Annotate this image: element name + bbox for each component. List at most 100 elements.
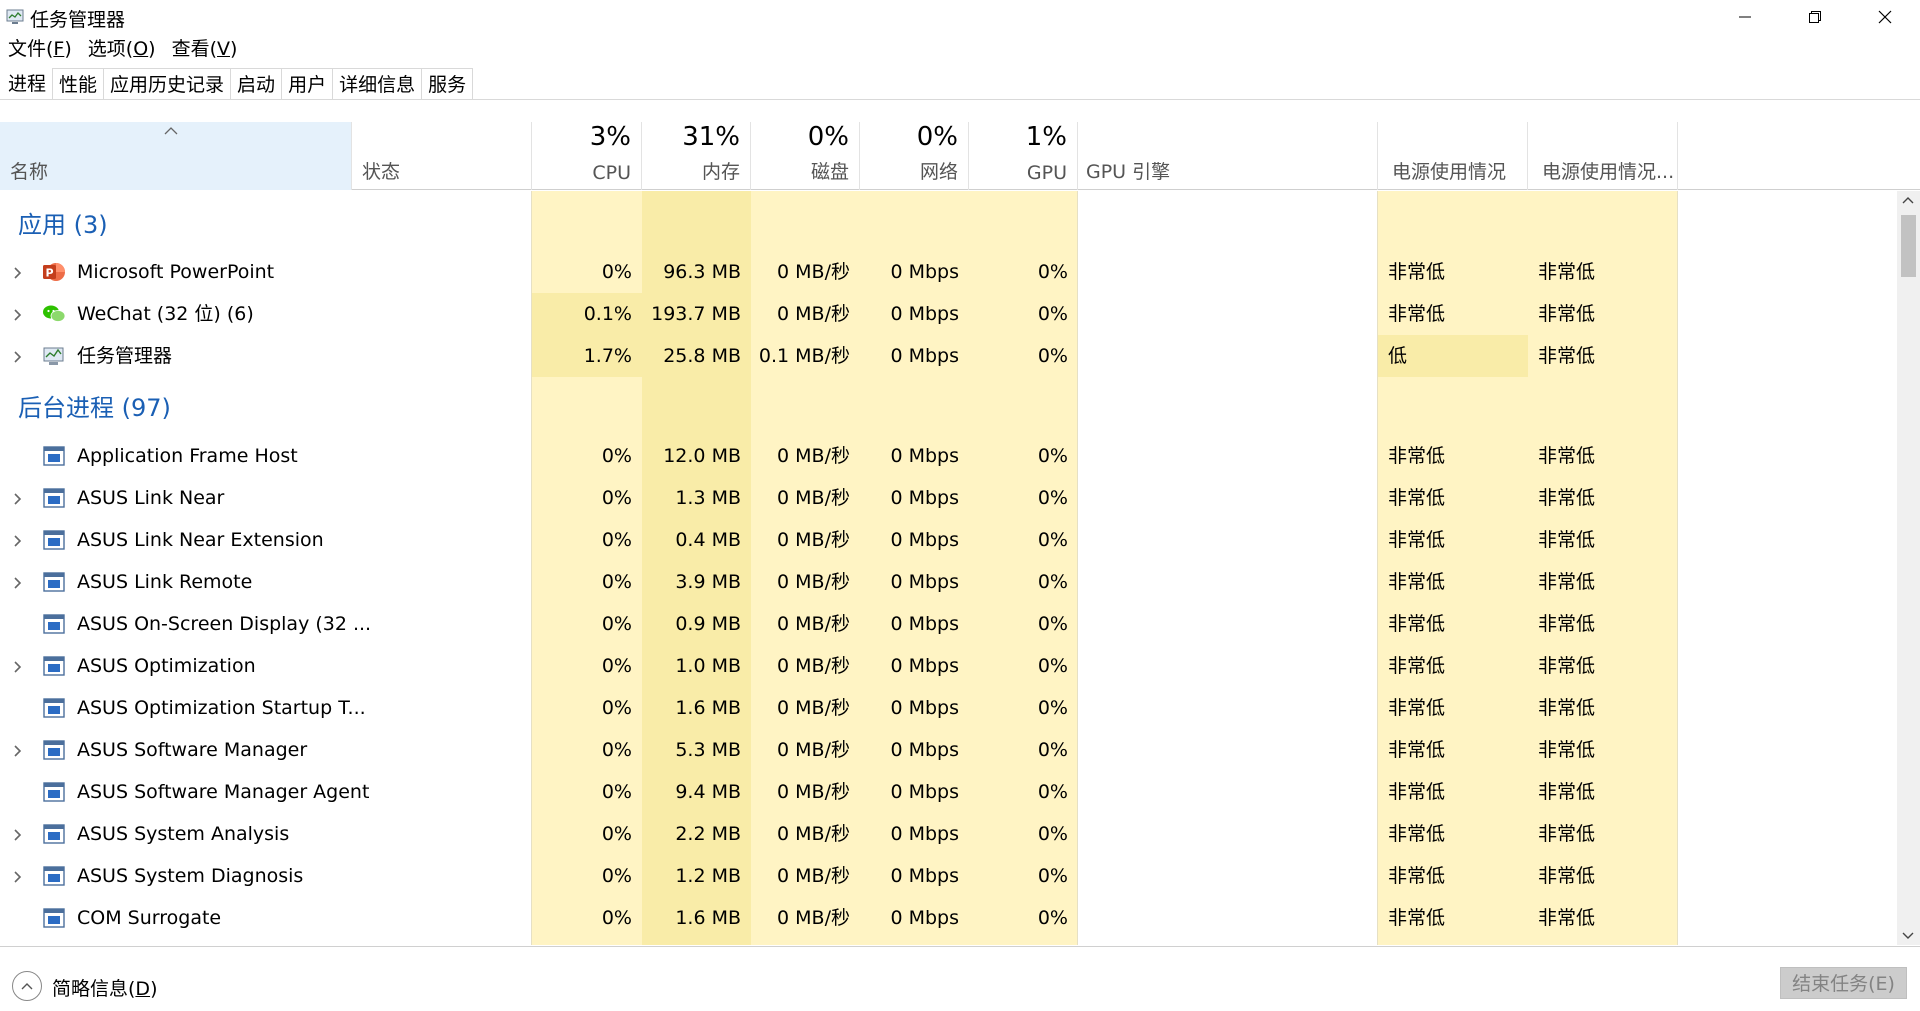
header-cpu[interactable]: 3% CPU xyxy=(532,122,642,190)
expand-chevron-icon[interactable] xyxy=(12,826,24,842)
power-usage-cell: 非常低 xyxy=(1388,907,1446,929)
network-cell: 0 Mbps xyxy=(890,571,959,593)
tab-app-history[interactable]: 应用历史记录 xyxy=(103,68,232,99)
power-trend-cell: 非常低 xyxy=(1538,739,1596,761)
column-header-row: 名称 状态 3% CPU 31% 内存 0% 磁盘 0% 网络 1% GPU G… xyxy=(0,122,1920,190)
network-cell: 0 Mbps xyxy=(890,303,959,325)
process-row[interactable]: WeChat (32 位) (6) 0.1% 193.7 MB 0 MB/秒 0 Mbp… xyxy=(0,293,1897,335)
gpu-cell: 0% xyxy=(1037,907,1068,929)
tab-services[interactable]: 服务 xyxy=(421,68,474,99)
group-header-apps[interactable]: 应用 (3) xyxy=(0,191,1897,251)
power-trend-cell: 非常低 xyxy=(1538,445,1596,467)
scroll-up-icon[interactable] xyxy=(1901,195,1915,205)
expand-chevron-icon[interactable] xyxy=(12,348,24,364)
disk-cell: 0 MB/秒 xyxy=(777,529,850,551)
menu-file[interactable]: 文件(F) xyxy=(0,35,80,63)
process-row[interactable]: ASUS Link Near 0% 1.3 MB 0 MB/秒 0 Mbps 0% 非常低 非… xyxy=(0,477,1897,519)
expand-chevron-icon[interactable] xyxy=(12,742,24,758)
process-row[interactable]: ASUS Optimization 0% 1.0 MB 0 MB/秒 0 Mbps 0% 非… xyxy=(0,645,1897,687)
cpu-cell: 0% xyxy=(601,697,632,719)
cpu-cell: 1.7% xyxy=(532,335,642,377)
disk-cell: 0 MB/秒 xyxy=(777,907,850,929)
process-name: ASUS On-Screen Display (32 ... xyxy=(77,613,372,635)
process-row[interactable]: ASUS Software Manager 0% 5.3 MB 0 MB/秒 0 Mbp… xyxy=(0,729,1897,771)
close-icon xyxy=(1878,10,1892,24)
expand-chevron-icon[interactable] xyxy=(12,264,24,280)
app-window-icon xyxy=(42,781,66,803)
header-gpu-engine[interactable]: GPU 引擎 xyxy=(1078,122,1378,190)
expand-chevron-icon[interactable] xyxy=(12,574,24,590)
menu-view[interactable]: 查看(V) xyxy=(164,35,246,63)
gpu-cell: 0% xyxy=(1037,697,1068,719)
process-row[interactable]: ASUS On-Screen Display (32 ... 0% 0.9 MB 0 … xyxy=(0,603,1897,645)
power-trend-cell: 非常低 xyxy=(1538,487,1596,509)
cpu-cell: 0% xyxy=(601,487,632,509)
tab-bar: 进程 性能 应用历史记录 启动 用户 详细信息 服务 xyxy=(0,68,1920,100)
cpu-cell: 0% xyxy=(601,739,632,761)
process-name: ASUS Link Remote xyxy=(77,571,253,593)
process-row[interactable]: Application Frame Host 0% 12.0 MB 0 MB/秒 0 M… xyxy=(0,435,1897,477)
cpu-cell: 0% xyxy=(601,655,632,677)
process-row[interactable]: ASUS Software Manager Agent 0% 9.4 MB 0 MB/… xyxy=(0,771,1897,813)
header-status[interactable]: 状态 xyxy=(352,122,532,190)
expand-chevron-icon[interactable] xyxy=(12,306,24,322)
process-name: COM Surrogate xyxy=(77,907,222,929)
expand-chevron-icon[interactable] xyxy=(12,490,24,506)
tab-processes[interactable]: 进程 xyxy=(2,68,54,99)
gpu-cell: 0% xyxy=(1037,865,1068,887)
scrollbar-thumb[interactable] xyxy=(1901,215,1916,277)
header-disk[interactable]: 0% 磁盘 xyxy=(751,122,860,190)
header-power-usage[interactable]: 电源使用情况 xyxy=(1378,122,1528,190)
minimize-button[interactable] xyxy=(1710,0,1780,34)
collapse-details-icon[interactable] xyxy=(12,971,42,1001)
header-power-usage-trend[interactable]: 电源使用情况... xyxy=(1528,122,1678,190)
network-cell: 0 Mbps xyxy=(890,445,959,467)
app-window-icon xyxy=(42,697,66,719)
power-usage-cell: 非常低 xyxy=(1388,571,1446,593)
expand-chevron-icon[interactable] xyxy=(12,658,24,674)
process-row[interactable]: ASUS Link Remote 0% 3.9 MB 0 MB/秒 0 Mbps 0% 非常… xyxy=(0,561,1897,603)
expand-chevron-icon[interactable] xyxy=(12,532,24,548)
process-row[interactable]: ASUS Link Near Extension 0% 0.4 MB 0 MB/秒 0 … xyxy=(0,519,1897,561)
process-row[interactable]: 任务管理器 1.7% 25.8 MB 0.1 MB/秒 0 Mbps 0% 低非常低 xyxy=(0,335,1897,377)
header-memory[interactable]: 31% 内存 xyxy=(642,122,751,190)
memory-cell: 1.6 MB xyxy=(675,907,741,929)
process-row[interactable]: P Microsoft PowerPoint 0% 96.3 MB 0 MB/秒 0 Mb… xyxy=(0,251,1897,293)
process-row[interactable]: ASUS System Diagnosis 0% 1.2 MB 0 MB/秒 0 Mbp… xyxy=(0,855,1897,897)
group-header-background[interactable]: 后台进程 (97) xyxy=(0,374,1897,434)
restore-button[interactable] xyxy=(1780,0,1850,34)
close-button[interactable] xyxy=(1850,0,1920,34)
tab-startup[interactable]: 启动 xyxy=(230,68,283,99)
gpu-cell: 0% xyxy=(1037,261,1068,283)
process-row[interactable]: ASUS Optimization Startup T... 0% 1.6 MB 0 … xyxy=(0,687,1897,729)
end-task-button[interactable]: 结束任务(E) xyxy=(1780,967,1907,999)
process-name: ASUS System Analysis xyxy=(77,823,290,845)
network-cell: 0 Mbps xyxy=(890,261,959,283)
network-cell: 0 Mbps xyxy=(890,781,959,803)
header-name[interactable]: 名称 xyxy=(0,122,352,190)
process-name: ASUS Software Manager Agent xyxy=(77,781,370,803)
tab-users[interactable]: 用户 xyxy=(281,68,334,99)
gpu-cell: 0% xyxy=(1037,529,1068,551)
disk-cell: 0 MB/秒 xyxy=(777,823,850,845)
tab-performance[interactable]: 性能 xyxy=(52,68,105,99)
wechat-icon xyxy=(42,303,66,325)
power-usage-cell: 非常低 xyxy=(1388,697,1446,719)
app-window-icon xyxy=(42,907,66,929)
fewer-details-link[interactable]: 简略信息(D) xyxy=(52,974,157,1001)
menu-options[interactable]: 选项(O) xyxy=(80,35,164,63)
memory-cell: 1.2 MB xyxy=(675,865,741,887)
header-network[interactable]: 0% 网络 xyxy=(860,122,969,190)
memory-cell: 2.2 MB xyxy=(675,823,741,845)
disk-cell: 0 MB/秒 xyxy=(777,865,850,887)
scroll-down-icon[interactable] xyxy=(1901,931,1915,941)
expand-chevron-icon[interactable] xyxy=(12,868,24,884)
process-row[interactable]: ASUS System Analysis 0% 2.2 MB 0 MB/秒 0 Mbps… xyxy=(0,813,1897,855)
power-trend-cell: 非常低 xyxy=(1538,865,1596,887)
tab-details[interactable]: 详细信息 xyxy=(332,68,423,99)
header-gpu[interactable]: 1% GPU xyxy=(969,122,1078,190)
cpu-cell: 0% xyxy=(601,781,632,803)
cpu-cell: 0% xyxy=(601,907,632,929)
vertical-scrollbar[interactable] xyxy=(1897,191,1920,945)
process-row[interactable]: COM Surrogate 0% 1.6 MB 0 MB/秒 0 Mbps 0% 非常低 非常… xyxy=(0,897,1897,939)
